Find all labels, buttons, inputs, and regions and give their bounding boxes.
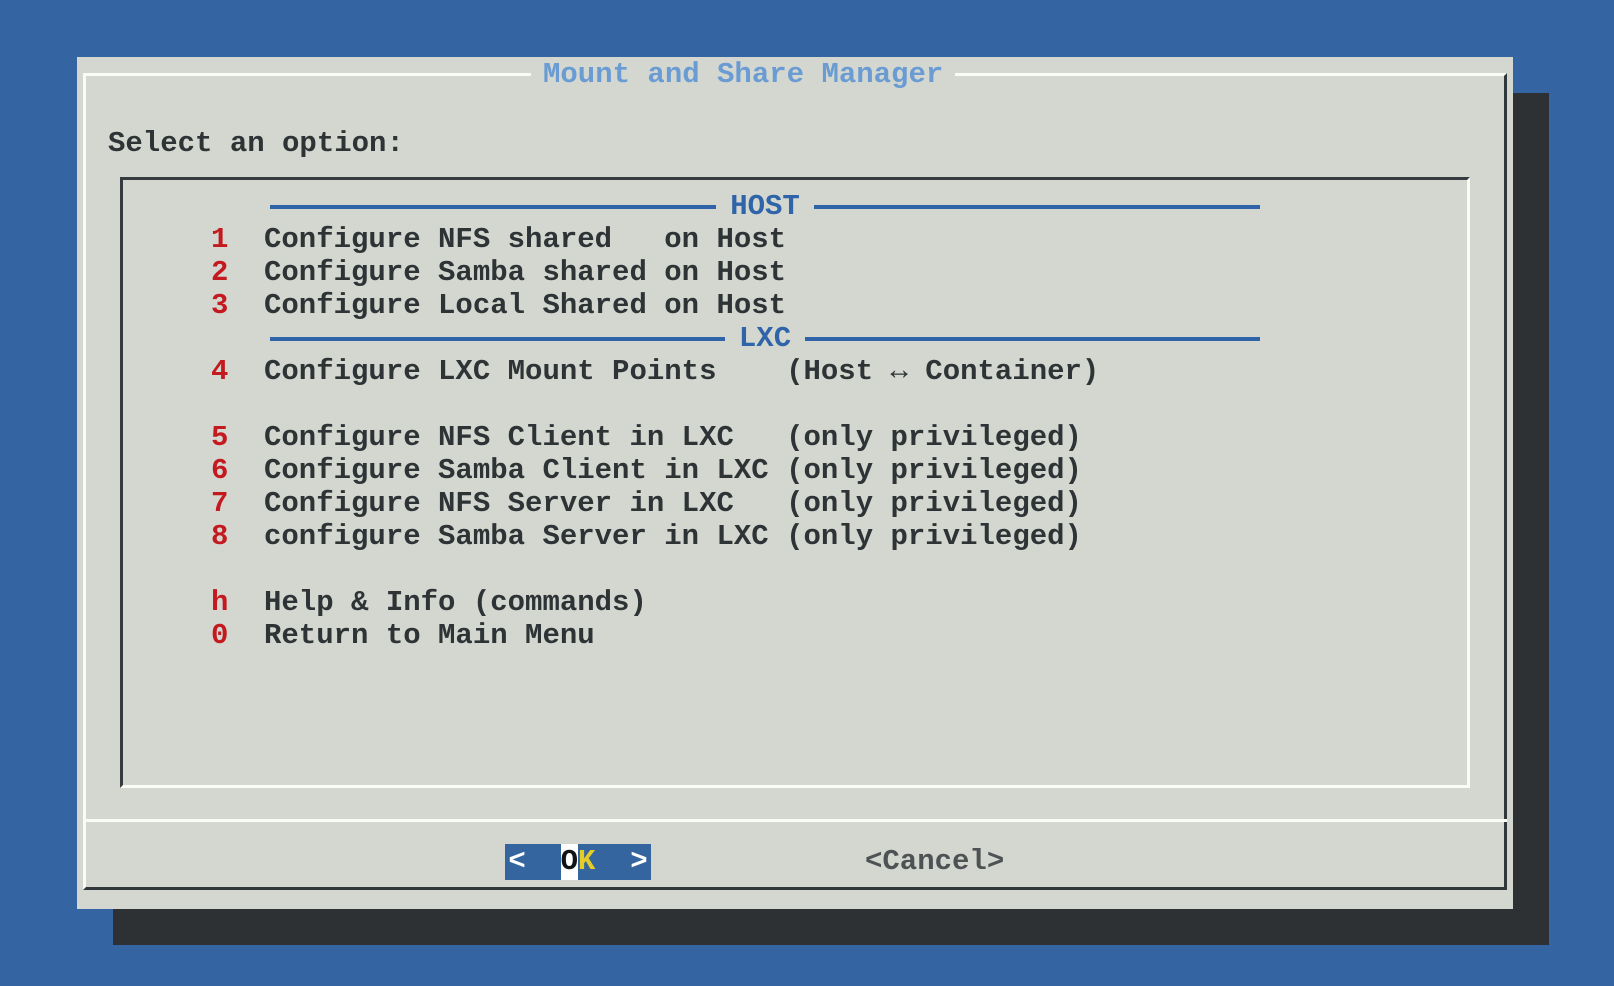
menu-item-8[interactable]: 8configure Samba Server in LXC (only pri…	[123, 520, 1467, 553]
menu-item-5[interactable]: 5Configure NFS Client in LXC (only privi…	[123, 421, 1467, 454]
menu-item-2[interactable]: 2Configure Samba shared on Host	[123, 256, 1467, 289]
menu-blank-row	[123, 553, 1467, 586]
menu-item-key: 8	[211, 520, 264, 553]
cancel-button[interactable]: <Cancel>	[865, 844, 1004, 880]
prompt-label: Select an option:	[108, 127, 404, 160]
menu-item-h[interactable]: hHelp & Info (commands)	[123, 586, 1467, 619]
dialog-window: Mount and Share Manager Select an option…	[77, 57, 1513, 909]
ok-cursor-char: O	[561, 844, 578, 880]
menu-item-7[interactable]: 7Configure NFS Server in LXC (only privi…	[123, 487, 1467, 520]
menu-item-label: Configure LXC Mount Points (Host ↔ Conta…	[264, 355, 1099, 388]
menu-item-label: Configure NFS shared on Host	[264, 223, 786, 256]
menu-item-key: 6	[211, 454, 264, 487]
menu-item-key: 7	[211, 487, 264, 520]
menu-item-key: 5	[211, 421, 264, 454]
button-area-separator	[83, 819, 1507, 822]
ok-hotkey-char: K	[578, 844, 595, 880]
menu-item-label: Configure NFS Server in LXC (only privil…	[264, 487, 1082, 520]
menu-item-4[interactable]: 4Configure LXC Mount Points (Host ↔ Cont…	[123, 355, 1467, 388]
ok-pad-left	[526, 844, 561, 880]
ok-button[interactable]: < OK >	[505, 844, 651, 880]
separator-line	[270, 337, 725, 341]
menu-item-key: 4	[211, 355, 264, 388]
menu-item-label: Configure Samba Client in LXC (only priv…	[264, 454, 1082, 487]
menu-section-separator: LXC	[123, 322, 1467, 355]
section-label: HOST	[716, 190, 814, 223]
menu-item-key: 1	[211, 223, 264, 256]
menu-item-key: h	[211, 586, 264, 619]
dialog-title: Mount and Share Manager	[531, 60, 955, 90]
menu-item-key: 3	[211, 289, 264, 322]
ok-pad-right	[595, 844, 630, 880]
menu-item-6[interactable]: 6Configure Samba Client in LXC (only pri…	[123, 454, 1467, 487]
menu-item-key: 2	[211, 256, 264, 289]
menu-item-label: Return to Main Menu	[264, 619, 595, 652]
menu-item-0[interactable]: 0Return to Main Menu	[123, 619, 1467, 652]
menu-item-label: configure Samba Server in LXC (only priv…	[264, 520, 1082, 553]
menu-item-label: Help & Info (commands)	[264, 586, 647, 619]
menu-item-3[interactable]: 3Configure Local Shared on Host	[123, 289, 1467, 322]
menu-item-label: Configure Local Shared on Host	[264, 289, 786, 322]
menu-item-label: Configure Samba shared on Host	[264, 256, 786, 289]
separator-line	[805, 337, 1260, 341]
menu-blank-row	[123, 388, 1467, 421]
menu-item-1[interactable]: 1Configure NFS shared on Host	[123, 223, 1467, 256]
separator-line	[814, 205, 1260, 209]
menu-list: HOST1Configure NFS shared on Host2Config…	[123, 180, 1467, 652]
menu-section-separator: HOST	[123, 190, 1467, 223]
menu-item-label: Configure NFS Client in LXC (only privil…	[264, 421, 1082, 454]
menu-box: HOST1Configure NFS shared on Host2Config…	[120, 177, 1470, 788]
ok-left-arrow: <	[508, 844, 525, 880]
menu-item-key: 0	[211, 619, 264, 652]
separator-line	[270, 205, 716, 209]
ok-right-arrow: >	[630, 844, 647, 880]
section-label: LXC	[725, 322, 805, 355]
